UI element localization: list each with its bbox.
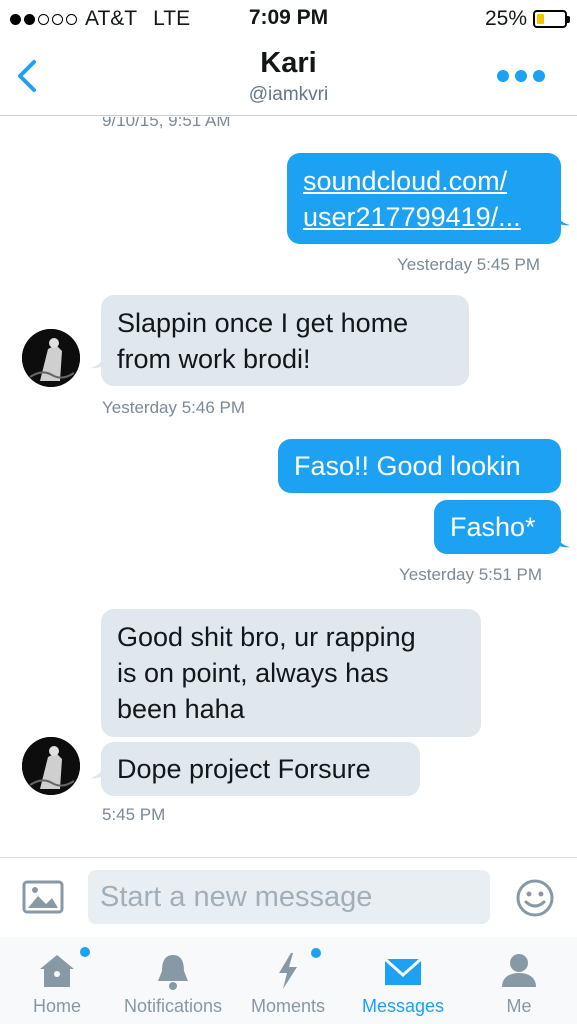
battery-percent: 25% [484,7,527,30]
message-text: Good shit bro, ur rapping [117,622,416,652]
message-text: Fasho* [450,512,536,542]
notification-dot [80,947,90,957]
envelope-icon [384,957,422,985]
tab-home[interactable]: Home [12,937,102,1024]
image-icon[interactable] [22,880,64,914]
tab-label: Messages [361,996,445,1016]
notification-dot [311,948,321,958]
message-text: Slappin once I get home [117,308,409,338]
tab-label: Moments [250,996,326,1016]
home-icon [40,955,74,987]
smiley-icon[interactable] [515,878,555,918]
tab-notifications[interactable]: Notifications [113,937,233,1024]
message-link[interactable]: soundcloud.com/ [303,163,545,199]
outgoing-message[interactable]: Faso!! Good lookin [278,439,561,493]
message-composer [0,857,577,937]
message-link-cont[interactable]: user217799419/... [303,199,545,235]
incoming-message[interactable]: Dope project Forsure [101,742,420,796]
timestamp: Yesterday 5:45 PM [397,255,541,274]
status-bar: AT&T LTE 7:09 PM 25% [0,0,577,38]
more-dots-icon[interactable] [497,70,545,82]
tab-messages[interactable]: Messages [353,937,453,1024]
status-right: 25% [484,7,570,31]
bubble-tail [90,355,104,369]
conversation-header: Kari @iamkvri [0,38,577,116]
incoming-message[interactable]: Good shit bro, ur rapping is on point, a… [101,609,481,737]
tab-bar: Home Notifications Moments Messages Me [0,937,577,1024]
timestamp: Yesterday 5:46 PM [102,398,246,417]
timestamp: Yesterday 5:51 PM [399,565,543,584]
tab-moments[interactable]: Moments [243,937,333,1024]
message-input[interactable] [88,870,490,924]
tab-label: Home [32,996,81,1016]
message-text: Dope project Forsure [117,754,371,784]
tab-me[interactable]: Me [474,937,564,1024]
bell-icon [158,955,188,990]
timestamp: 9/10/15, 9:51 AM [102,117,231,130]
outgoing-message[interactable]: Fasho* [434,500,561,554]
incoming-message[interactable]: Slappin once I get home from work brodi! [101,295,469,386]
tab-label: Notifications [123,996,223,1016]
avatar[interactable] [22,329,80,387]
lightning-icon [279,953,297,989]
timestamp: 5:45 PM [102,805,166,824]
message-thread[interactable]: 9/10/15, 9:51 AM soundcloud.com/ user217… [0,117,577,857]
message-text-cont: from work brodi! [117,344,311,374]
person-icon [502,954,536,987]
message-text: Faso!! Good lookin [294,451,521,481]
contact-name: Kari [260,47,317,79]
outgoing-message[interactable]: soundcloud.com/ user217799419/... [287,153,561,244]
tab-label: Me [506,996,532,1016]
message-text-cont: is on point, always has [117,658,389,688]
avatar-photo [22,737,80,795]
bubble-tail [556,212,570,226]
bubble-tail [556,534,570,548]
battery-icon [533,10,570,28]
bubble-tail [90,765,104,779]
message-text-cont: been haha [117,694,245,724]
contact-handle: @iamkvri [248,84,329,105]
avatar[interactable] [22,737,80,795]
avatar-photo [22,329,80,387]
